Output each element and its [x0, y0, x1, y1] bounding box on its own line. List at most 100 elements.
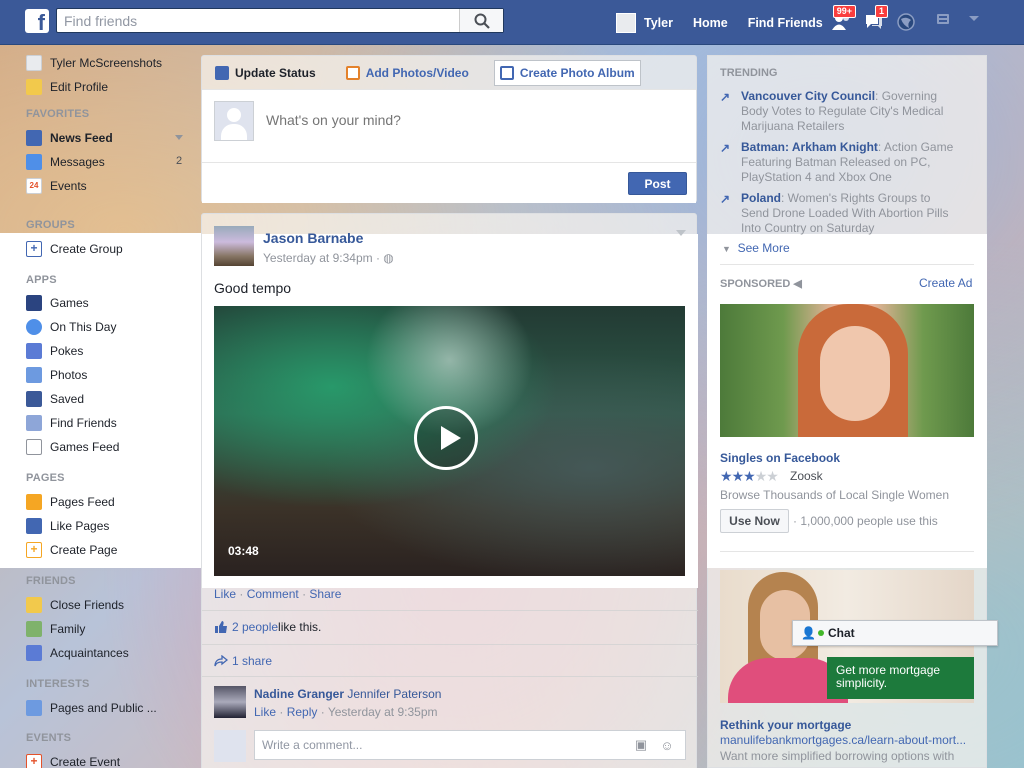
create-ad-link[interactable]: Create Ad	[919, 276, 972, 290]
friends-icon	[26, 415, 42, 431]
sidebar-item-pages-feed[interactable]: Pages Feed	[26, 492, 115, 512]
privacy-shortcuts-icon[interactable]	[936, 12, 954, 26]
chat-bar[interactable]: 👤 Chat	[792, 620, 998, 646]
search-button[interactable]	[459, 9, 503, 32]
likes-people-link[interactable]: 2 people	[232, 620, 278, 634]
thumbs-up-icon	[215, 621, 227, 633]
sidebar-item-label: Close Friends	[50, 598, 125, 612]
find-friends-link[interactable]: Find Friends	[738, 11, 833, 35]
ad-image[interactable]	[720, 304, 974, 437]
tab-update-status[interactable]: Update Status	[210, 60, 321, 86]
sidebar-item-create-page[interactable]: + Create Page	[26, 540, 117, 560]
sidebar-item-pages-and-public[interactable]: Pages and Public ...	[26, 698, 157, 718]
star-empty-icon: ★	[766, 468, 779, 484]
sidebar-item-edit-profile[interactable]: Edit Profile	[26, 77, 108, 97]
tagged-name[interactable]: Jennifer Paterson	[347, 687, 441, 701]
sidebar-item-close-friends[interactable]: Close Friends	[26, 595, 124, 615]
sidebar-item-create-group[interactable]: + Create Group	[26, 239, 123, 259]
sidebar-item-pokes[interactable]: Pokes	[26, 341, 83, 361]
sidebar-item-label: Pages Feed	[50, 495, 115, 509]
sidebar-item-events[interactable]: 24 Events	[26, 176, 87, 196]
comment-input[interactable]	[255, 738, 633, 752]
section-heading-events: EVENTS	[26, 732, 72, 744]
trending-item[interactable]: ↗ Batman: Arkham Knight: Action Game Fea…	[720, 140, 960, 185]
home-link[interactable]: Home	[683, 11, 738, 35]
author-avatar[interactable]	[214, 226, 254, 266]
tab-add-photos[interactable]: Add Photos/Video	[341, 60, 474, 86]
post-button[interactable]: Post	[628, 172, 687, 195]
camera-icon[interactable]: ▣	[633, 737, 649, 753]
star-rating: ★★★★★	[720, 468, 779, 485]
sidebar-item-family[interactable]: Family	[26, 619, 85, 639]
tab-create-album[interactable]: Create Photo Album	[493, 59, 641, 86]
sidebar-item-games[interactable]: Games	[26, 293, 89, 313]
comment-timestamp[interactable]: Yesterday at 9:35pm	[328, 705, 438, 719]
sidebar-item-photos[interactable]: Photos	[26, 365, 87, 385]
status-composer: Update Status Add Photos/Video Create Ph…	[201, 55, 697, 203]
trending-item[interactable]: ↗ Vancouver City Council: Governing Body…	[720, 89, 960, 134]
divider	[202, 644, 698, 645]
settings-area	[936, 12, 980, 26]
commenter-avatar[interactable]	[214, 686, 246, 718]
sidebar-item-acquaintances[interactable]: Acquaintances	[26, 643, 129, 663]
comment-reply-link[interactable]: Reply	[287, 705, 318, 719]
author-name[interactable]: Jason Barnabe	[263, 230, 363, 246]
chevron-down-icon[interactable]	[676, 230, 686, 236]
sidebar-item-label: Photos	[50, 368, 88, 382]
sidebar-item-find-friends[interactable]: Find Friends	[26, 413, 117, 433]
share-link[interactable]: Share	[309, 587, 341, 601]
shares-summary[interactable]: 1 share	[214, 654, 272, 668]
sidebar-item-like-pages[interactable]: Like Pages	[26, 516, 109, 536]
facebook-logo[interactable]: f	[25, 9, 49, 33]
messages-button[interactable]: 1	[858, 5, 890, 36]
sponsored-label: SPONSORED	[720, 278, 791, 290]
ad-url[interactable]: manulifebankmortgages.ca/learn-about-mor…	[720, 733, 974, 747]
sidebar-item-messages[interactable]: Messages	[26, 152, 105, 172]
sidebar-item-label: On This Day	[50, 320, 117, 334]
comment: Nadine Granger Jennifer Paterson	[254, 687, 441, 701]
play-icon[interactable]	[414, 406, 478, 470]
separator: ·	[239, 587, 247, 601]
sidebar-item-saved[interactable]: Saved	[26, 389, 84, 409]
divider	[720, 264, 974, 265]
ad-title[interactable]: Singles on Facebook	[720, 451, 840, 465]
commenter-name[interactable]: Nadine Granger	[254, 687, 344, 701]
emoji-icon[interactable]: ☺	[659, 737, 675, 753]
ad-brand: Zoosk	[790, 469, 823, 483]
star-empty-icon: ★	[754, 468, 768, 484]
video-player[interactable]: 03:48	[214, 306, 685, 576]
friend-requests-button[interactable]: 99+	[826, 5, 858, 36]
sidebar-item-label: Games	[50, 296, 89, 310]
sidebar-item-label: Acquaintances	[50, 646, 129, 660]
trending-item[interactable]: ↗ Poland: Women's Rights Groups to Send …	[720, 191, 960, 235]
composer-tabs: Update Status Add Photos/Video Create Ph…	[202, 56, 696, 90]
comment-link[interactable]: Comment	[247, 587, 299, 601]
comment-like-link[interactable]: Like	[254, 705, 276, 719]
sidebar-item-label: Saved	[50, 392, 85, 406]
status-input[interactable]	[266, 112, 666, 128]
use-now-button[interactable]: Use Now	[720, 509, 789, 533]
sidebar-item-on-this-day[interactable]: On This Day	[26, 317, 116, 337]
star-icon: ★	[720, 468, 733, 484]
person-icon: 👤	[801, 626, 816, 640]
ad-title[interactable]: Rethink your mortgage	[720, 718, 851, 732]
chevron-down-icon[interactable]	[968, 15, 980, 23]
search-input[interactable]	[57, 9, 459, 32]
sidebar-item-news-feed[interactable]: News Feed	[26, 128, 113, 148]
plus-icon: +	[26, 241, 42, 257]
sidebar-item-create-event[interactable]: + Create Event	[26, 752, 120, 768]
notifications-button[interactable]	[890, 8, 922, 36]
star-icon	[26, 597, 42, 613]
profile-link[interactable]: Tyler	[606, 11, 683, 35]
post-timestamp[interactable]: Yesterday at 9:34pm · ◍	[263, 251, 394, 265]
likes-summary: 2 people like this.	[214, 620, 321, 634]
plus-icon: +	[26, 754, 42, 768]
see-more-link[interactable]: ▼ See More	[722, 241, 790, 255]
like-link[interactable]: Like	[214, 587, 236, 601]
calendar-icon: 24	[26, 178, 42, 194]
sidebar-item-games-feed[interactable]: Games Feed	[26, 437, 119, 457]
section-heading-favorites: FAVORITES	[26, 108, 90, 120]
chevron-down-icon[interactable]	[175, 135, 183, 140]
sidebar-item-profile[interactable]: Tyler McScreenshots	[26, 53, 162, 73]
top-bar: f Tyler Home Find Friends 99+ 1	[0, 0, 1024, 45]
